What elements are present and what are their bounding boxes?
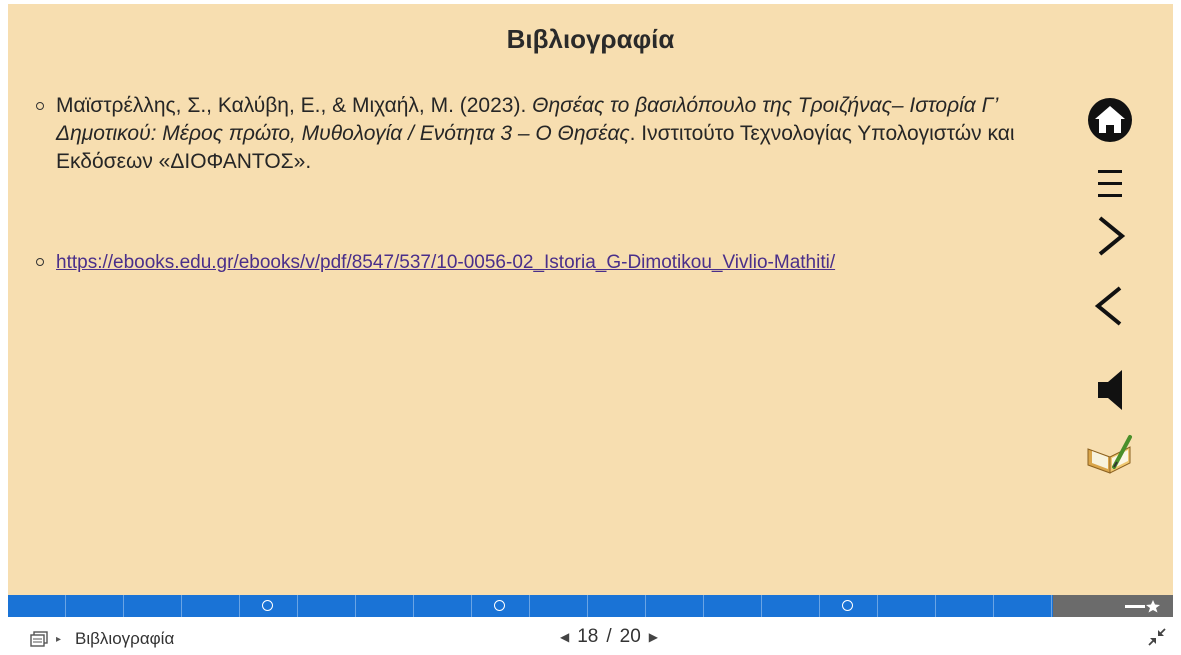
bullet-circle-icon [36, 102, 44, 110]
menu-icon [1098, 170, 1122, 197]
footer: ▸ Βιβλιογραφία ◀ 18 / 20 ▶ [0, 617, 1181, 655]
reference-list: Μαϊστρέλλης, Σ., Καλύβη, Ε., & Μιχαήλ, Μ… [32, 92, 1072, 277]
breadcrumb-chevron-icon[interactable]: ▸ [56, 634, 61, 645]
section-marker[interactable] [842, 600, 853, 611]
breadcrumb: ▸ Βιβλιογραφία [30, 629, 174, 649]
reference-authors: Μαϊστρέλλης, Σ., Καλύβη, Ε., & Μιχαήλ, Μ… [56, 94, 533, 117]
page-separator: / [606, 626, 612, 647]
progress-bar[interactable] [8, 595, 1173, 617]
next-icon [1098, 216, 1126, 256]
next-page-icon[interactable]: ▶ [641, 630, 666, 644]
previous-page-icon[interactable]: ◀ [552, 630, 577, 644]
notebook-icon [1087, 435, 1132, 474]
pager: ◀ 18 / 20 ▶ [552, 626, 666, 648]
collapse-button[interactable] [1147, 627, 1167, 652]
previous-icon [1094, 286, 1122, 326]
slide: Βιβλιογραφία Μαϊστρέλλης, Σ., Καλύβη, Ε.… [8, 4, 1173, 595]
slide-title: Βιβλιογραφία [506, 24, 675, 54]
slides-overview-icon[interactable] [30, 631, 48, 647]
ebook-link[interactable]: https://ebooks.edu.gr/ebooks/v/pdf/8547/… [56, 252, 835, 273]
menu-button[interactable] [1084, 158, 1136, 210]
audio-button[interactable] [1084, 364, 1136, 416]
link-item: https://ebooks.edu.gr/ebooks/v/pdf/8547/… [32, 248, 1072, 277]
home-icon [1088, 98, 1132, 142]
home-button[interactable] [1084, 94, 1136, 146]
section-marker[interactable] [494, 600, 505, 611]
breadcrumb-label: Βιβλιογραφία [75, 629, 175, 648]
section-marker[interactable] [262, 600, 273, 611]
bullet-circle-icon [36, 258, 44, 266]
reference-item: Μαϊστρέλλης, Σ., Καλύβη, Ε., & Μιχαήλ, Μ… [32, 92, 1072, 176]
previous-button[interactable] [1084, 280, 1136, 332]
collapse-icon [1148, 628, 1166, 646]
page-current: 18 [577, 626, 599, 647]
notebook-button[interactable] [1084, 428, 1136, 480]
next-button[interactable] [1084, 210, 1136, 262]
page-total: 20 [619, 626, 641, 647]
bookmark-star-icon[interactable] [1123, 599, 1163, 613]
progress-remaining[interactable] [1053, 595, 1173, 617]
speaker-icon [1098, 370, 1122, 410]
progress-completed[interactable] [8, 595, 1053, 617]
